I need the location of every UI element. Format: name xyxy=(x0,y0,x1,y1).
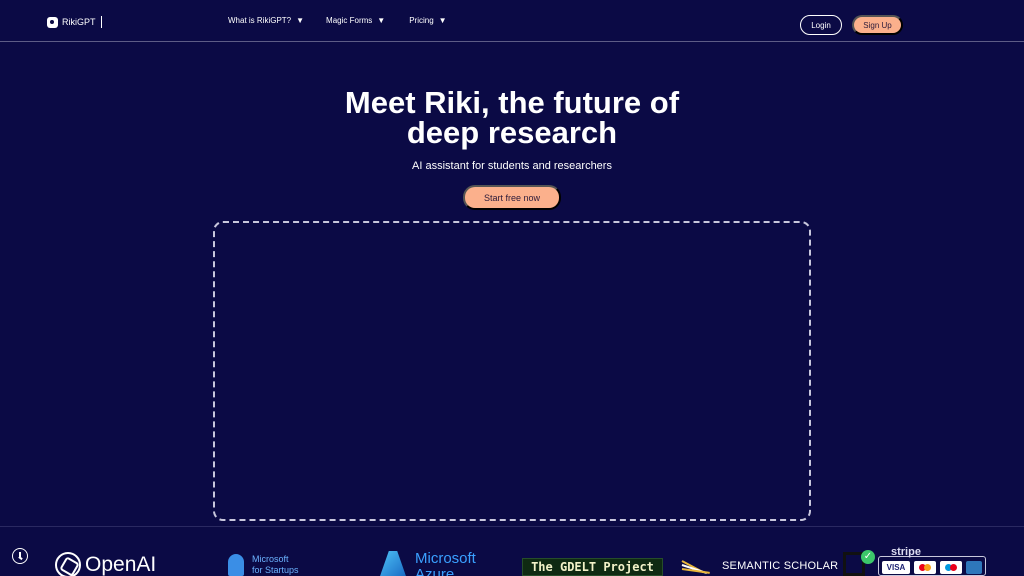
partner-openai-logo: OpenAI xyxy=(55,552,156,576)
caret-down-icon: ▼ xyxy=(377,15,386,25)
clock-icon[interactable] xyxy=(12,548,28,564)
partner-stripe-badge: stripe VISA xyxy=(878,546,986,576)
check-icon: ✓ xyxy=(861,550,875,564)
ms-startups-line2: for Startups xyxy=(252,565,299,575)
azure-line2: Azure xyxy=(415,566,455,576)
semantic-scholar-icon xyxy=(680,556,716,576)
start-free-button[interactable]: Start free now xyxy=(463,185,561,210)
rikigpt-logo-icon xyxy=(47,16,58,28)
rocket-icon xyxy=(228,554,244,576)
openai-icon xyxy=(55,552,81,576)
azure-icon xyxy=(379,551,407,576)
ms-startups-line1: Microsoft xyxy=(252,554,289,564)
azure-wordmark: Microsoft Azure xyxy=(415,551,476,576)
openai-wordmark: OpenAI xyxy=(85,553,157,576)
partner-microsoft-azure-logo: Microsoft Azure xyxy=(379,551,476,576)
partner-semantic-scholar-logo: SEMANTIC SCHOLAR xyxy=(680,556,838,576)
main-nav: What is RikiGPT? ▼ Magic Forms ▼ Pricing… xyxy=(228,16,447,25)
mastercard-icon xyxy=(914,561,936,574)
visa-card-icon: VISA xyxy=(882,561,910,574)
azure-line1: Microsoft xyxy=(415,550,476,567)
brand-name: RikiGPT xyxy=(62,17,96,27)
text-cursor xyxy=(100,16,102,28)
maestro-card-icon xyxy=(940,561,962,574)
partner-gdelt-logo: The GDELT Project xyxy=(522,558,663,576)
nav-item-label: What is RikiGPT? xyxy=(228,16,292,25)
brand-logo[interactable]: RikiGPT xyxy=(47,14,102,30)
login-button[interactable]: Login xyxy=(800,15,842,35)
ms-startups-wordmark: Microsoft for Startups xyxy=(252,554,299,576)
top-header: RikiGPT What is RikiGPT? ▼ Magic Forms ▼… xyxy=(0,0,1024,42)
nav-item-label: Pricing xyxy=(409,16,434,25)
hero-subtitle: AI assistant for students and researcher… xyxy=(412,160,612,172)
nav-item-magic-forms[interactable]: Magic Forms ▼ xyxy=(326,16,385,25)
nav-item-pricing[interactable]: Pricing ▼ xyxy=(409,16,446,25)
nav-item-what-is-rikigpt[interactable]: What is RikiGPT? ▼ xyxy=(228,16,304,25)
partner-microsoft-startups-logo: Microsoft for Startups xyxy=(228,554,299,576)
hero-title: Meet Riki, the future of deep research xyxy=(212,87,812,150)
stripe-wordmark: stripe xyxy=(891,546,921,558)
caret-down-icon: ▼ xyxy=(438,15,447,25)
hero-title-line2: deep research xyxy=(406,115,618,150)
caret-down-icon: ▼ xyxy=(296,15,305,25)
partner-secure-badge: ✓ xyxy=(843,550,875,576)
signup-button[interactable]: Sign Up xyxy=(852,15,903,35)
nav-item-label: Magic Forms xyxy=(326,16,373,25)
semantic-scholar-wordmark: SEMANTIC SCHOLAR xyxy=(722,560,839,572)
amex-card-icon xyxy=(966,561,982,574)
demo-video-placeholder[interactable] xyxy=(213,221,811,521)
